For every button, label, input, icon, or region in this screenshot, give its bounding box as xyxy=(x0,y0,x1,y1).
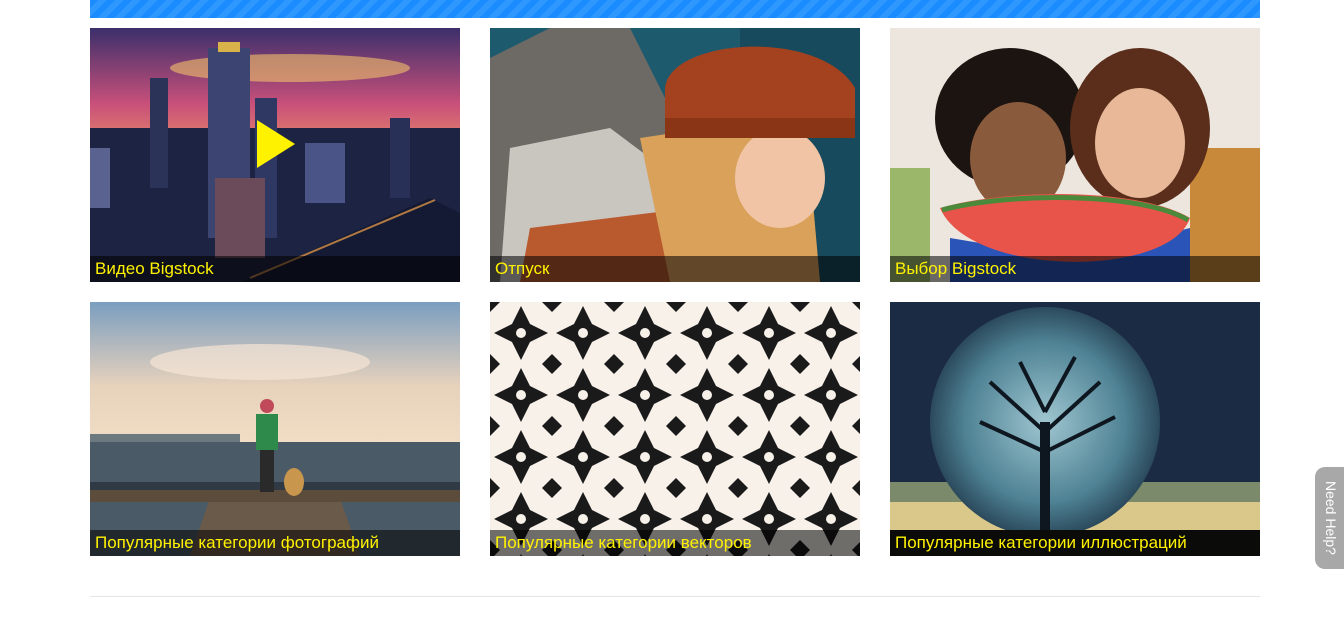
tile-popular-illustration-categories[interactable]: Популярные категории иллюстраций xyxy=(890,302,1260,556)
play-icon[interactable] xyxy=(257,120,295,168)
tile-popular-vector-categories[interactable]: Популярные категории векторов xyxy=(490,302,860,556)
need-help-label: Need Help? xyxy=(1323,481,1339,555)
geometric-pattern-image xyxy=(490,302,860,556)
tile-caption: Популярные категории фотографий xyxy=(90,530,460,556)
moon-tree-image xyxy=(890,302,1260,556)
tile-caption: Выбор Bigstock xyxy=(890,256,1260,282)
pier-sunset-image xyxy=(90,302,460,556)
top-banner xyxy=(90,0,1260,18)
tile-caption: Популярные категории векторов xyxy=(490,530,860,556)
tile-caption: Отпуск xyxy=(490,256,860,282)
tile-bigstock-pick[interactable]: Выбор Bigstock xyxy=(890,28,1260,282)
traveler-image xyxy=(490,28,860,282)
section-divider xyxy=(90,596,1260,597)
tile-vacation[interactable]: Отпуск xyxy=(490,28,860,282)
tile-video-bigstock[interactable]: Видео Bigstock xyxy=(90,28,460,282)
tile-caption: Популярные категории иллюстраций xyxy=(890,530,1260,556)
friends-watermelon-image xyxy=(890,28,1260,282)
need-help-tab[interactable]: Need Help? xyxy=(1315,467,1344,569)
tile-popular-photo-categories[interactable]: Популярные категории фотографий xyxy=(90,302,460,556)
tile-caption: Видео Bigstock xyxy=(90,256,460,282)
